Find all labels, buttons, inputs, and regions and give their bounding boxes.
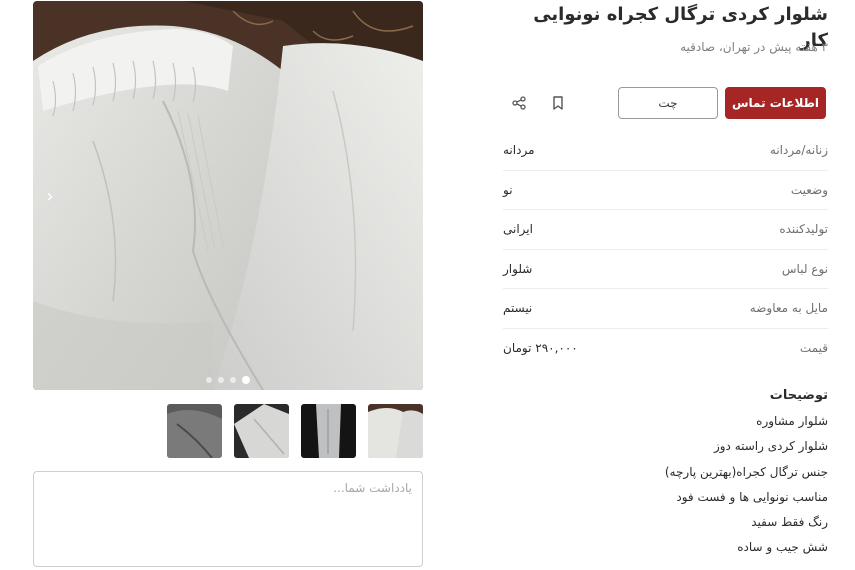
attribute-value: نو — [503, 182, 513, 197]
note-textarea[interactable] — [33, 471, 423, 567]
thumbnail-image — [234, 404, 289, 458]
price-label: قیمت — [799, 341, 828, 356]
description-line: جنس ترگال کجراه(بهترین پارچه) — [664, 464, 828, 479]
listing-subtitle: ۳ هفته پیش در تهران، صادقیه — [680, 40, 828, 54]
gallery-dot[interactable] — [206, 377, 212, 383]
gallery-dot-active[interactable] — [242, 376, 250, 384]
attribute-list: زنانه/مردانه مردانه وضعیت نو تولیدکننده … — [503, 131, 828, 368]
main-product-image[interactable]: › — [33, 1, 423, 390]
description-heading: توضیحات — [769, 388, 828, 403]
share-icon[interactable] — [508, 92, 530, 114]
attribute-value: ایرانی — [503, 222, 533, 237]
description-line: شلوار کردی راسته دوز — [713, 439, 828, 454]
attribute-row: نوع لباس شلوار — [503, 250, 828, 289]
attribute-row: تولیدکننده ایرانی — [503, 210, 828, 250]
attribute-value: شلوار — [503, 261, 533, 276]
contact-info-button[interactable]: اطلاعات تماس — [725, 87, 826, 119]
description-line: رنگ فقط سفید — [751, 515, 828, 530]
description-line: شلوار مشاوره — [756, 414, 828, 428]
thumbnail-image — [167, 404, 222, 458]
bookmark-icon[interactable] — [547, 92, 569, 114]
attribute-value: نیستم — [503, 301, 533, 316]
action-bar: اطلاعات تماس چت — [503, 87, 828, 119]
next-image-arrow[interactable]: › — [41, 183, 59, 209]
description-section: توضیحات شلوار مشاوره شلوار کردی راسته دو… — [503, 387, 828, 561]
gallery-dot[interactable] — [230, 377, 236, 383]
price-value: ۲۹۰,۰۰۰ تومان — [503, 341, 578, 356]
thumbnail-image — [368, 404, 423, 458]
description-line: شش جیب و ساده — [737, 540, 828, 555]
product-photo — [33, 1, 423, 390]
thumbnail-strip — [167, 404, 423, 458]
thumbnail-2[interactable] — [301, 404, 356, 458]
attribute-key: زنانه/مردانه — [769, 143, 828, 158]
thumbnail-4[interactable] — [167, 404, 222, 458]
attribute-row: مایل به معاوضه نیستم — [503, 289, 828, 329]
description-line: مناسب نونوایی ها و فست فود — [676, 489, 828, 504]
gallery-dot[interactable] — [218, 377, 224, 383]
thumbnail-image — [301, 404, 356, 458]
thumbnail-1[interactable] — [368, 404, 423, 458]
attribute-key: وضعیت — [790, 182, 828, 197]
attribute-row: وضعیت نو — [503, 171, 828, 210]
attribute-row: زنانه/مردانه مردانه — [503, 131, 828, 171]
attribute-key: تولیدکننده — [779, 222, 828, 237]
attribute-value: مردانه — [503, 143, 535, 158]
thumbnail-3[interactable] — [234, 404, 289, 458]
price-row: قیمت ۲۹۰,۰۰۰ تومان — [503, 329, 828, 369]
chat-button[interactable]: چت — [618, 87, 718, 119]
attribute-key: مایل به معاوضه — [749, 301, 828, 316]
attribute-key: نوع لباس — [781, 261, 828, 276]
gallery-dots — [33, 376, 423, 384]
